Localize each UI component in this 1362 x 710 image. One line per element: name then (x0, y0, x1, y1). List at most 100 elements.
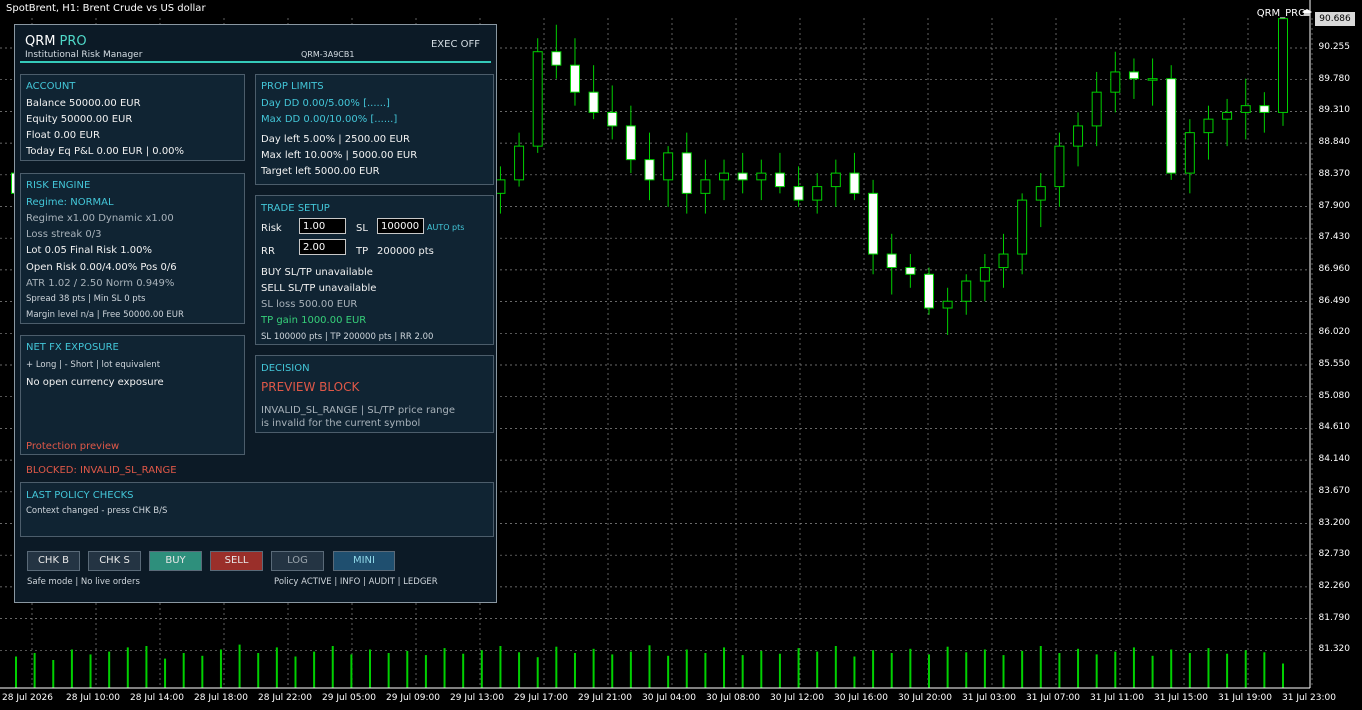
candle-bull (998, 253, 1009, 269)
trade-setup-title: TRADE SETUP (261, 203, 330, 214)
fx-legend: + Long | - Short | lot equivalent (26, 360, 161, 370)
candle-bear (1128, 71, 1139, 80)
buy-button[interactable]: BUY (149, 551, 202, 571)
price-tick-label: 86.490 (1318, 295, 1351, 306)
account-box: ACCOUNT Balance 50000.00 EUR Equity 5000… (20, 74, 245, 161)
candle-bull (532, 51, 543, 147)
decision-box: DECISION PREVIEW BLOCK INVALID_SL_RANGE … (255, 355, 494, 433)
regime-multiplier: Regime x1.00 Dynamic x1.00 (26, 213, 174, 224)
candle-bear (607, 111, 618, 127)
price-tick-label: 87.430 (1318, 232, 1351, 243)
price-tick-label: 83.670 (1318, 485, 1351, 496)
candle-bull (756, 172, 767, 181)
price-tick-label: 84.610 (1318, 422, 1351, 433)
candle-bull (830, 172, 841, 188)
candle-bear (625, 125, 636, 161)
protection-preview: Protection preview (26, 441, 120, 452)
sl-input[interactable]: 100000 (377, 218, 424, 234)
candle-bear (774, 172, 785, 188)
time-tick-label: 30 Jul 12:00 (770, 693, 824, 703)
price-tick-label: 85.080 (1318, 390, 1351, 401)
candle-bull (1091, 91, 1102, 127)
volume-bars (15, 644, 1284, 688)
price-tick-label: 86.960 (1318, 263, 1351, 274)
buy-status: BUY SL/TP unavailable (261, 267, 373, 278)
price-tick-label: 85.550 (1318, 359, 1351, 369)
time-tick-label: 29 Jul 17:00 (514, 693, 568, 703)
candle-bear (644, 159, 655, 181)
candle-bull (942, 300, 953, 309)
trade-summary: SL 100000 pts | TP 200000 pts | RR 2.00 (261, 332, 434, 342)
candle-bear (793, 186, 804, 201)
candle-bull (663, 152, 674, 181)
atr: ATR 1.02 / 2.50 Norm 0.949% (26, 278, 175, 289)
day-left: Day left 5.00% | 2500.00 EUR (261, 134, 410, 145)
sell-button[interactable]: SELL (210, 551, 263, 571)
check-buy-button[interactable]: CHK B (27, 551, 80, 571)
footer-mode: Safe mode | No live orders (27, 577, 140, 587)
mini-button[interactable]: MINI (333, 551, 395, 571)
price-tick-label: 82.730 (1318, 549, 1351, 560)
candle-bear (551, 51, 562, 66)
current-price-tag: 90.686 (1315, 12, 1355, 26)
time-tick-label: 31 Jul 07:00 (1026, 693, 1080, 703)
footer-policy: Policy ACTIVE | INFO | AUDIT | LEDGER (274, 577, 438, 587)
log-button[interactable]: LOG (271, 551, 324, 571)
tp-label: TP (356, 246, 369, 257)
time-tick-label: 31 Jul 23:00 (1282, 693, 1336, 703)
candle-bull (1035, 186, 1046, 201)
time-tick-label: 31 Jul 11:00 (1090, 693, 1144, 703)
decision-verdict: PREVIEW BLOCK (261, 380, 360, 394)
decision-title: DECISION (261, 363, 310, 374)
time-tick-label: 28 Jul 10:00 (66, 693, 120, 703)
time-tick-label: 29 Jul 05:00 (322, 693, 376, 703)
candle-bear (1166, 78, 1177, 174)
policy-status: Context changed - press CHK B/S (26, 506, 168, 516)
candle-bull (700, 179, 711, 194)
chart-title: SpotBrent, H1: Brent Crude vs US dollar (6, 3, 206, 14)
regime: Regime: NORMAL (26, 197, 114, 208)
candle-bear (849, 172, 860, 194)
trade-setup-box: TRADE SETUP Risk 1.00 SL 100000 AUTO pts… (255, 195, 494, 345)
account-title: ACCOUNT (26, 81, 76, 92)
price-tick-label: 87.900 (1318, 200, 1351, 211)
time-tick-label: 30 Jul 08:00 (706, 693, 760, 703)
ea-hat-icon[interactable] (1302, 8, 1312, 18)
tp-value: 200000 pts (377, 246, 434, 257)
time-tick-label: 28 Jul 2026 (2, 693, 53, 703)
candle-bear (681, 152, 692, 194)
policy-checks-box: LAST POLICY CHECKS Context changed - pre… (20, 482, 494, 537)
sell-status: SELL SL/TP unavailable (261, 283, 377, 294)
equity: Equity 50000.00 EUR (26, 114, 133, 125)
risk-input[interactable]: 1.00 (299, 218, 346, 234)
time-tick-label: 28 Jul 18:00 (194, 693, 248, 703)
candle-bull (1054, 145, 1065, 188)
rr-input[interactable]: 2.00 (299, 239, 346, 255)
candle-bear (905, 267, 916, 275)
price-tick-label: 82.260 (1318, 580, 1351, 591)
candle-bull (1110, 71, 1121, 93)
prop-limits-title: PROP LIMITS (261, 81, 324, 92)
price-tick-label: 88.370 (1318, 168, 1351, 179)
candle-bull (979, 267, 990, 282)
time-tick-label: 30 Jul 04:00 (642, 693, 696, 703)
margin-level: Margin level n/a | Free 50000.00 EUR (26, 310, 184, 320)
candle-bull (1017, 199, 1028, 255)
time-tick-label: 28 Jul 22:00 (258, 693, 312, 703)
exec-status[interactable]: EXEC OFF (431, 39, 480, 50)
sl-auto-label[interactable]: AUTO pts (427, 223, 464, 232)
time-tick-label: 28 Jul 14:00 (130, 693, 184, 703)
check-sell-button[interactable]: CHK S (88, 551, 141, 571)
fx-exposure-box: NET FX EXPOSURE + Long | - Short | lot e… (20, 335, 245, 455)
policy-checks-title: LAST POLICY CHECKS (26, 490, 134, 501)
fx-status: No open currency exposure (26, 377, 164, 388)
spread: Spread 38 pts | Min SL 0 pts (26, 294, 146, 304)
price-tick-label: 81.790 (1318, 612, 1351, 623)
max-dd: Max DD 0.00/10.00% [......] (261, 114, 398, 125)
price-tick-label: 81.320 (1318, 644, 1351, 655)
risk-label: Risk (261, 223, 282, 234)
time-tick-label: 29 Jul 21:00 (578, 693, 632, 703)
candle-bear (569, 64, 580, 93)
candle-bull (1240, 105, 1251, 113)
sl-label: SL (356, 223, 368, 234)
